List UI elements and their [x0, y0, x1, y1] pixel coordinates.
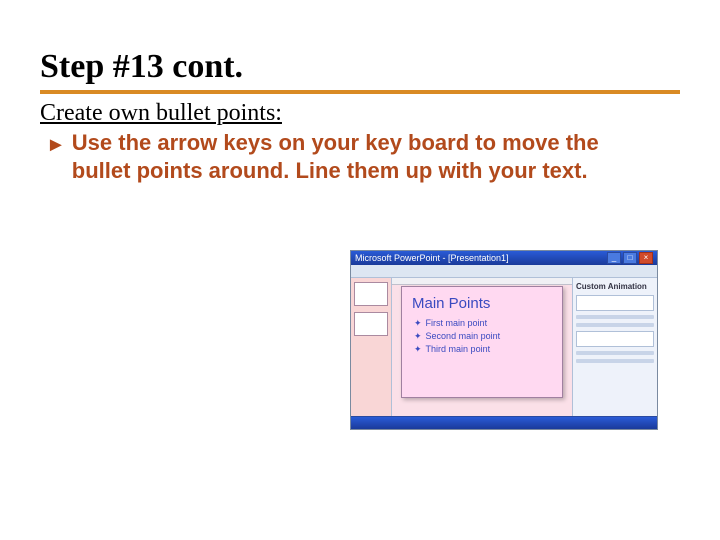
slide-canvas: Main Points ✦ First main point ✦ Second … [401, 286, 563, 398]
embedded-screenshot: Microsoft PowerPoint - [Presentation1] _… [350, 250, 658, 430]
slide-thumbnail [354, 282, 388, 306]
task-pane-field [576, 331, 654, 347]
ruler [392, 278, 572, 285]
slide-thumbnail [354, 312, 388, 336]
canvas-slide-title: Main Points [412, 295, 552, 312]
editor-canvas-area: Main Points ✦ First main point ✦ Second … [392, 278, 572, 416]
task-pane-field [576, 295, 654, 311]
status-bar [351, 416, 657, 429]
app-body: Main Points ✦ First main point ✦ Second … [351, 278, 657, 416]
slide: Step #13 cont. Create own bullet points:… [0, 0, 720, 540]
list-item-text: First main point [426, 318, 488, 328]
star-icon: ✦ [414, 332, 422, 341]
list-item-text: Third main point [426, 344, 491, 354]
bullet-item: ► Use the arrow keys on your key board t… [40, 129, 680, 185]
window-titlebar: Microsoft PowerPoint - [Presentation1] _… [351, 251, 657, 265]
maximize-icon: □ [623, 252, 637, 264]
task-pane-detail [576, 351, 654, 355]
list-item-text: Second main point [426, 331, 501, 341]
task-pane-detail [576, 323, 654, 327]
task-pane-title: Custom Animation [576, 282, 654, 291]
subheading: Create own bullet points: [40, 100, 680, 127]
minimize-icon: _ [607, 252, 621, 264]
task-pane: Custom Animation [572, 278, 657, 416]
slide-thumbnails-panel [351, 278, 392, 416]
slide-title: Step #13 cont. [40, 48, 680, 86]
star-icon: ✦ [414, 345, 422, 354]
toolbar [351, 265, 657, 278]
list-item: ✦ Second main point [414, 331, 552, 341]
title-divider [40, 90, 680, 94]
list-item: ✦ Third main point [414, 344, 552, 354]
triangle-right-icon: ► [46, 131, 66, 159]
task-pane-detail [576, 359, 654, 363]
bullet-text: Use the arrow keys on your key board to … [72, 129, 662, 185]
close-icon: × [639, 252, 653, 264]
star-icon: ✦ [414, 319, 422, 328]
list-item: ✦ First main point [414, 318, 552, 328]
window-title: Microsoft PowerPoint - [Presentation1] [355, 251, 509, 265]
task-pane-detail [576, 315, 654, 319]
